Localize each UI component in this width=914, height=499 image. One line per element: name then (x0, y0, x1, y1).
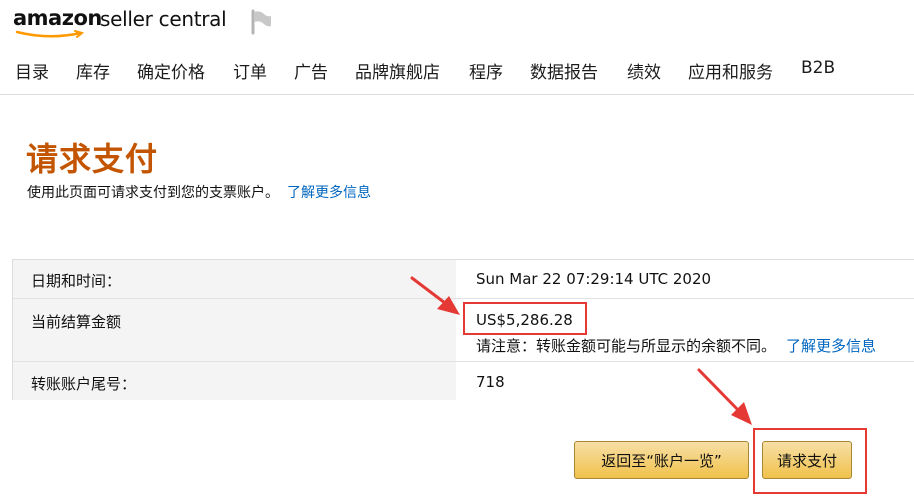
nav-item-b2b[interactable]: B2B (801, 58, 835, 78)
amazon-smile-icon (15, 30, 85, 38)
nav-divider (0, 94, 914, 95)
nav-item-apps-services[interactable]: 应用和服务 (688, 58, 773, 83)
back-to-account-summary-button[interactable]: 返回至“账户一览” (574, 441, 749, 479)
nav-item-programs[interactable]: 程序 (469, 58, 503, 83)
nav-item-reports[interactable]: 数据报告 (530, 58, 598, 83)
learn-more-link[interactable]: 了解更多信息 (287, 185, 371, 201)
nav-item-performance[interactable]: 绩效 (627, 58, 661, 83)
nav-item-pricing[interactable]: 确定价格 (137, 58, 205, 83)
page-title: 请求支付 (26, 140, 159, 178)
amount-highlight-box (463, 302, 587, 335)
subtitle-text: 使用此页面可请求支付到您的支票账户。 (27, 185, 279, 201)
account-row: 转账账户尾号： 718 (13, 361, 914, 400)
account-value-cell: 718 (456, 362, 914, 400)
flag-icon[interactable] (248, 9, 274, 35)
nav-item-advertising[interactable]: 广告 (294, 58, 328, 83)
balance-label-cell: 当前结算金额 (13, 299, 456, 362)
date-label-cell: 日期和时间： (13, 260, 456, 298)
account-label: 转账账户尾号： (31, 375, 137, 393)
nav-item-inventory[interactable]: 库存 (76, 58, 110, 83)
logo-seller-central-text: seller central (100, 7, 227, 31)
page-subtitle: 使用此页面可请求支付到您的支票账户。 了解更多信息 (27, 182, 371, 202)
date-value-cell: Sun Mar 22 07:29:14 UTC 2020 (456, 260, 914, 298)
account-value: 718 (476, 373, 505, 391)
nav-item-orders[interactable]: 订单 (233, 58, 267, 83)
date-label: 日期和时间： (31, 272, 122, 290)
nav-item-catalog[interactable]: 目录 (15, 58, 49, 83)
balance-note: 请注意：转账金额可能与所显示的余额不同。 了解更多信息 (476, 335, 876, 356)
account-label-cell: 转账账户尾号： (13, 362, 456, 400)
main-navigation: 目录 库存 确定价格 订单 广告 品牌旗舰店 程序 数据报告 绩效 应用和服务 … (0, 54, 914, 84)
date-row: 日期和时间： Sun Mar 22 07:29:14 UTC 2020 (13, 260, 914, 298)
date-value: Sun Mar 22 07:29:14 UTC 2020 (476, 270, 712, 288)
note-learn-more-link[interactable]: 了解更多信息 (786, 337, 876, 355)
logo-amazon-text: amazon (13, 6, 102, 30)
balance-note-text: 请注意：转账金额可能与所显示的余额不同。 (476, 337, 777, 355)
balance-label: 当前结算金额 (31, 313, 122, 331)
nav-item-brand-store[interactable]: 品牌旗舰店 (355, 58, 440, 83)
button-highlight-box (753, 428, 867, 494)
